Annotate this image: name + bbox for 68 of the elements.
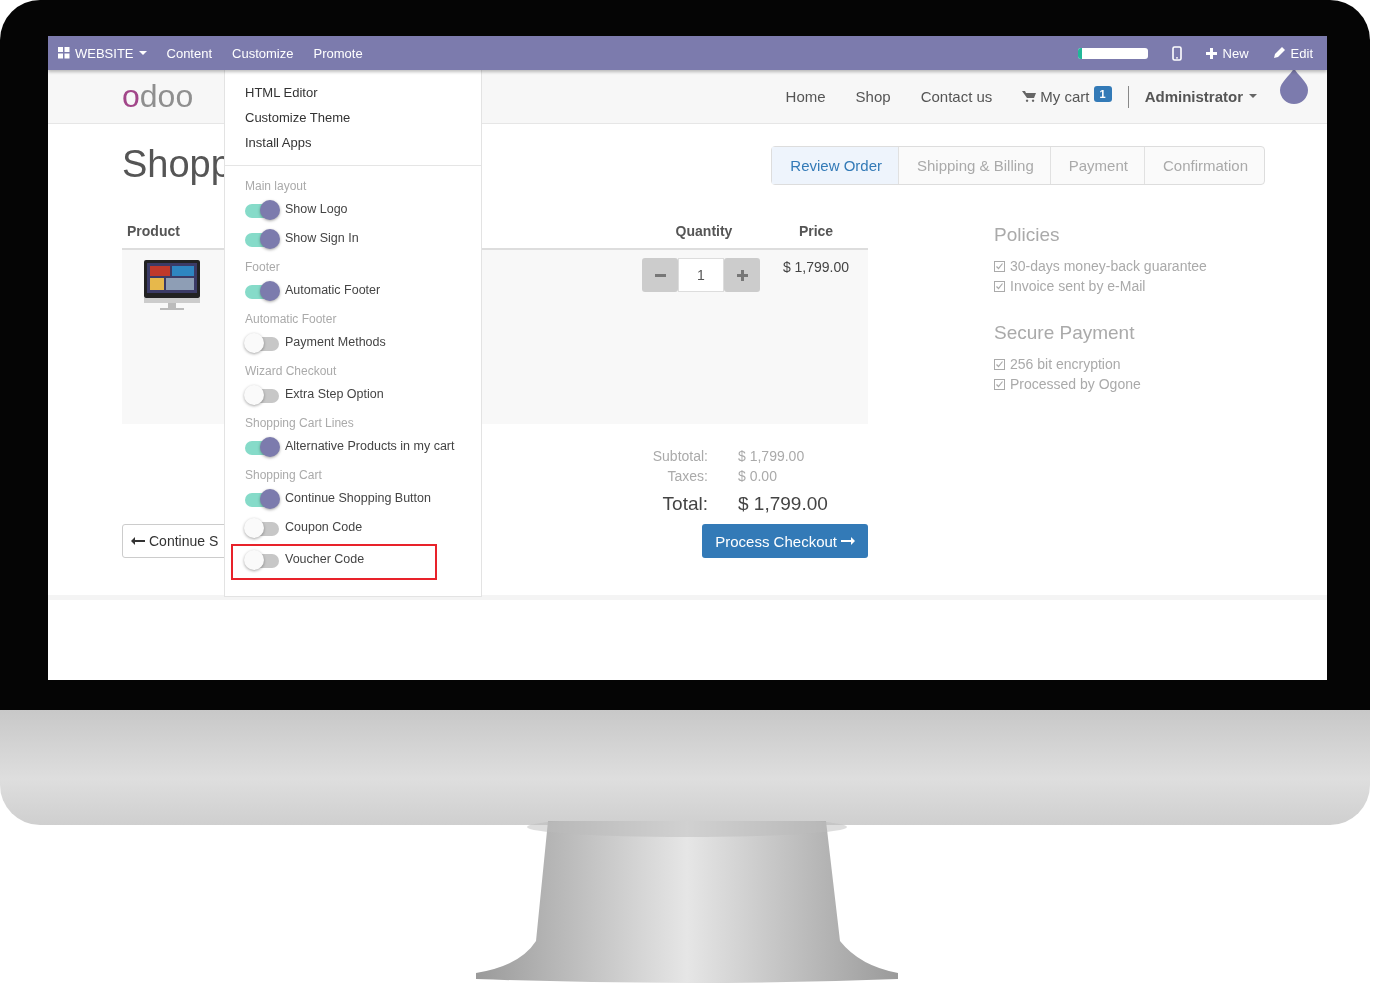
nav-link[interactable]: Shop <box>855 88 891 105</box>
option-label[interactable]: Automatic Footer <box>285 283 381 297</box>
apps-grid-icon <box>58 47 70 59</box>
dropdown-heading: Shopping Cart <box>244 467 323 484</box>
dropdown-heading: Main layout <box>244 178 308 195</box>
progress-bar <box>1077 47 1148 59</box>
total-label: Total: <box>661 494 708 514</box>
total-value: $ 1,799.00 <box>738 447 806 466</box>
nav-link[interactable]: Home <box>785 88 826 105</box>
dropdown-heading: Footer <box>244 259 281 276</box>
policy-text: 256 bit encryption <box>1010 355 1121 374</box>
new-button[interactable]: New <box>1205 45 1249 61</box>
total-label: Subtotal: <box>651 447 708 466</box>
section-heading: Policies <box>994 224 1061 246</box>
plus-icon <box>736 269 748 281</box>
website-menu[interactable]: WEBSITE <box>58 45 147 61</box>
total-value: $ 1,799.00 <box>738 494 829 514</box>
cart-icon <box>1022 91 1037 102</box>
caret-icon <box>1249 94 1257 99</box>
dropdown-heading: Wizard Checkout <box>244 363 338 380</box>
policy-text: 30-days money-back guarantee <box>1010 257 1207 276</box>
cart-link[interactable]: My cart <box>1022 88 1090 105</box>
column-header: Quantity <box>675 223 733 239</box>
total-label: Taxes: <box>666 467 708 486</box>
mobile-preview-icon[interactable] <box>1171 45 1182 61</box>
cart-count-badge: 1 <box>1093 85 1112 102</box>
nav-link[interactable]: Contact us <box>920 88 993 105</box>
total-value: $ 0.00 <box>738 467 778 486</box>
section-heading: Secure Payment <box>994 322 1136 344</box>
option-label[interactable]: Coupon Code <box>285 520 363 534</box>
policy-text: Processed by Ogone <box>1010 375 1141 394</box>
checkbox-icon <box>994 378 1005 390</box>
quantity-field[interactable]: 1 <box>678 258 724 292</box>
option-label[interactable]: Alternative Products in my cart <box>285 439 455 453</box>
top-menu-item[interactable]: Promote <box>313 45 363 61</box>
top-menu-item[interactable]: Content <box>166 45 213 61</box>
column-header: Price <box>798 223 834 239</box>
checkout-step[interactable]: Review Order <box>772 146 898 184</box>
column-header: Product <box>127 223 180 239</box>
top-menu-item[interactable]: Customize <box>232 45 294 61</box>
plus-icon <box>1205 47 1217 59</box>
dropdown-item[interactable]: Install Apps <box>245 130 461 155</box>
checkbox-icon <box>994 358 1005 370</box>
checkbox-icon <box>994 280 1005 292</box>
option-label[interactable]: Show Sign In <box>285 231 359 245</box>
arrow-right-icon <box>841 537 855 545</box>
dropdown-heading: Automatic Footer <box>244 311 338 328</box>
increase-button[interactable] <box>724 258 760 292</box>
pencil-icon <box>1272 47 1285 59</box>
option-label[interactable]: Voucher Code <box>285 552 365 566</box>
option-label[interactable]: Continue Shopping Button <box>285 491 431 505</box>
checkout-button[interactable]: Process Checkout <box>702 524 868 558</box>
option-label[interactable]: Payment Methods <box>285 335 386 349</box>
caret-icon <box>138 50 147 56</box>
policy-text: Invoice sent by e-Mail <box>1010 277 1146 296</box>
dropdown-item[interactable]: HTML Editor <box>245 80 461 105</box>
user-menu[interactable]: Administrator <box>1144 88 1257 105</box>
droplet-icon[interactable] <box>1279 68 1309 104</box>
decrease-button[interactable] <box>642 258 678 292</box>
option-label[interactable]: Show Logo <box>285 202 348 216</box>
edit-button[interactable]: Edit <box>1272 45 1313 61</box>
arrow-left-icon <box>131 537 145 545</box>
checkbox-icon <box>994 260 1005 272</box>
price-text: $ 1,799.00 <box>782 259 850 275</box>
dropdown-heading: Shopping Cart Lines <box>244 415 355 432</box>
option-label[interactable]: Extra Step Option <box>285 387 384 401</box>
minus-icon <box>654 273 666 277</box>
dropdown-item[interactable]: Customize Theme <box>245 105 461 130</box>
